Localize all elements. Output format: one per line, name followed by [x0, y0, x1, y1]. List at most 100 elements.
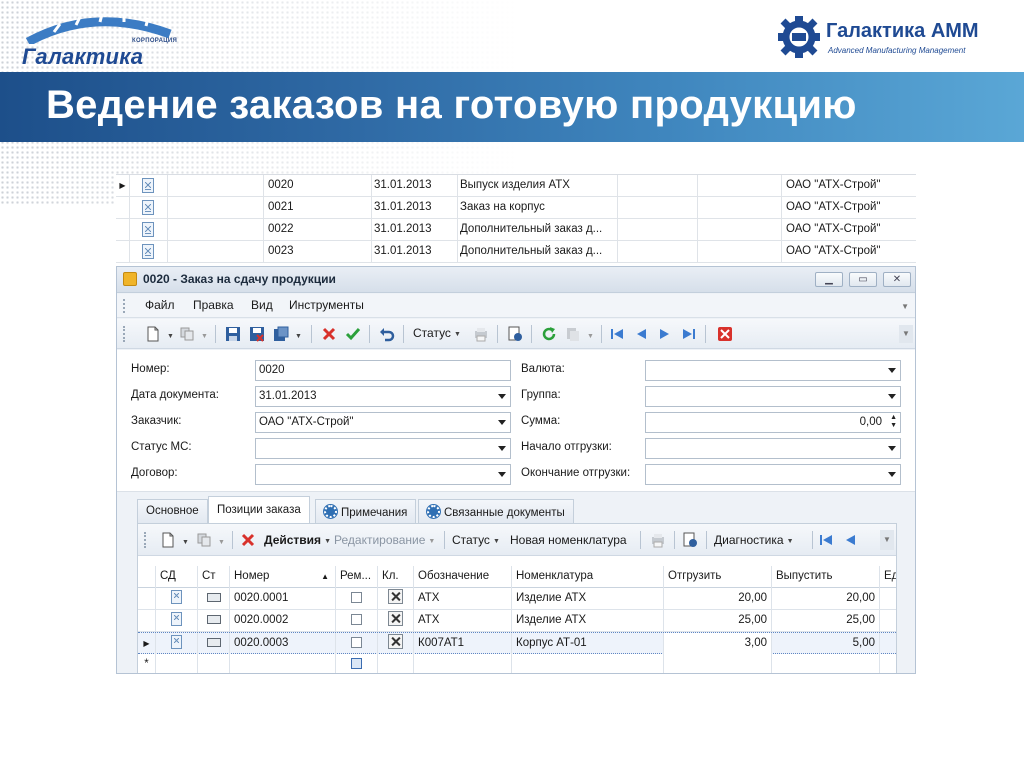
column-header[interactable]: Обозначение: [414, 566, 512, 588]
tab-order-positions[interactable]: Позиции заказа: [208, 496, 310, 524]
chevron-down-icon[interactable]: [498, 394, 506, 399]
copy-dropdown-icon[interactable]: ▼: [198, 328, 208, 342]
position-release-qty: 20,00: [772, 588, 880, 610]
currency-field[interactable]: [645, 360, 901, 381]
number-label: Номер:: [131, 363, 170, 375]
list-item[interactable]: 0021 31.01.2013 Заказ на корпус ОАО "АТХ…: [116, 197, 916, 219]
chevron-down-icon[interactable]: [498, 420, 506, 425]
ship-end-field[interactable]: [645, 464, 901, 485]
column-header[interactable]: Выпустить: [772, 566, 880, 588]
chevron-down-icon[interactable]: [888, 394, 896, 399]
report-dropdown-icon[interactable]: ▼: [584, 328, 594, 342]
position-status-menu[interactable]: Статус ▼: [452, 533, 500, 547]
new-row-marker: *: [138, 654, 156, 673]
delete-position-icon[interactable]: [240, 532, 256, 548]
tab-related-documents[interactable]: Связанные документы: [418, 499, 574, 523]
print-icon[interactable]: [473, 326, 489, 342]
maximize-button[interactable]: ▭: [849, 272, 877, 287]
list-item[interactable]: 0023 31.01.2013 Дополнительный заказ д..…: [116, 241, 916, 263]
position-ship-qty[interactable]: 3,00: [664, 633, 772, 655]
chevron-down-icon[interactable]: [498, 472, 506, 477]
gear-logo-icon: [778, 16, 820, 58]
list-item[interactable]: ▶ 0020 31.01.2013 Выпуск изделия АТХ ОАО…: [116, 175, 916, 197]
column-header[interactable]: Ст: [198, 566, 230, 588]
repair-checkbox[interactable]: [351, 592, 362, 603]
save-icon[interactable]: [225, 326, 241, 342]
chevron-down-icon[interactable]: [498, 446, 506, 451]
new-nomenclature-button[interactable]: Новая номенклатура: [510, 533, 627, 547]
copy-position-dropdown-icon[interactable]: ▼: [215, 534, 225, 548]
print-positions-icon[interactable]: [650, 532, 666, 548]
menu-edit[interactable]: Правка: [193, 298, 234, 312]
repair-checkbox[interactable]: [351, 637, 362, 648]
new-document-icon[interactable]: [145, 326, 161, 342]
list-item[interactable]: 0022 31.01.2013 Дополнительный заказ д..…: [116, 219, 916, 241]
refresh-icon[interactable]: [541, 326, 557, 342]
ms-status-field[interactable]: [255, 438, 511, 459]
undo-icon[interactable]: [379, 326, 395, 342]
positions-toolbar-overflow-icon[interactable]: ▼: [880, 530, 894, 550]
first-position-icon[interactable]: [818, 532, 834, 548]
new-row[interactable]: *: [138, 654, 896, 673]
ship-start-field[interactable]: [645, 438, 901, 459]
table-row[interactable]: 0020.0001 АТХ Изделие АТХ 20,00 20,00: [138, 588, 896, 610]
spinner-icon[interactable]: ▲ ▼: [890, 414, 897, 430]
column-header-number[interactable]: Номер ▲: [230, 566, 336, 588]
menu-file[interactable]: Файл: [145, 298, 175, 312]
sum-field[interactable]: 0,00 ▲ ▼: [645, 412, 901, 433]
next-record-icon[interactable]: [657, 326, 673, 342]
table-row[interactable]: 0020.0002 АТХ Изделие АТХ 25,00 25,00: [138, 610, 896, 632]
close-button[interactable]: ✕: [883, 272, 911, 287]
copy-icon[interactable]: [179, 326, 195, 342]
tab-main[interactable]: Основное: [137, 499, 208, 523]
actions-menu[interactable]: Действия ▼: [264, 533, 331, 547]
column-header[interactable]: СД: [156, 566, 198, 588]
previous-record-icon[interactable]: [633, 326, 649, 342]
editing-menu[interactable]: Редактирование ▼: [334, 533, 435, 547]
window-titlebar[interactable]: 0020 - Заказ на сдачу продукции ▁ ▭ ✕: [117, 267, 915, 293]
chevron-down-icon[interactable]: [888, 368, 896, 373]
number-field[interactable]: 0020: [255, 360, 511, 381]
column-header[interactable]: Номенклатура: [512, 566, 664, 588]
save-as-icon[interactable]: [273, 326, 289, 342]
save-close-icon[interactable]: [249, 326, 265, 342]
copy-position-icon[interactable]: [196, 532, 212, 548]
column-header[interactable]: Кл.: [378, 566, 414, 588]
delete-icon[interactable]: [321, 326, 337, 342]
report-icon[interactable]: [565, 326, 581, 342]
properties-icon[interactable]: [507, 326, 523, 342]
tab-notes[interactable]: Примечания: [315, 499, 417, 523]
first-record-icon[interactable]: [609, 326, 625, 342]
galaktika-corp-logo: КОРПОРАЦИЯ Галактика: [22, 14, 182, 69]
toolbar-overflow-icon[interactable]: ▼: [899, 325, 913, 343]
position-properties-icon[interactable]: [682, 532, 698, 548]
menu-view[interactable]: Вид: [251, 298, 273, 312]
status-menu[interactable]: Статус ▼: [413, 326, 461, 340]
new-position-icon[interactable]: [160, 532, 176, 548]
previous-position-icon[interactable]: [842, 532, 858, 548]
document-date-field[interactable]: 31.01.2013: [255, 386, 511, 407]
table-row-selected[interactable]: ▶ 0020.0003 К007АТ1 Корпус АТ-01 3,00 5,…: [138, 632, 896, 655]
chevron-down-icon[interactable]: [888, 472, 896, 477]
customer-field[interactable]: ОАО "АТХ-Строй": [255, 412, 511, 433]
group-label: Группа:: [521, 389, 561, 401]
diagnostics-menu[interactable]: Диагностика ▼: [714, 533, 794, 547]
last-record-icon[interactable]: [681, 326, 697, 342]
chevron-down-icon[interactable]: [888, 446, 896, 451]
minimize-button[interactable]: ▁: [815, 272, 843, 287]
confirm-check-icon[interactable]: [345, 326, 361, 342]
column-header[interactable]: Отгрузить: [664, 566, 772, 588]
contract-field[interactable]: [255, 464, 511, 485]
menu-tools[interactable]: Инструменты: [289, 298, 364, 312]
menu-overflow-icon[interactable]: ▼: [901, 302, 909, 311]
new-position-dropdown-icon[interactable]: ▼: [179, 534, 189, 548]
close-window-icon[interactable]: [717, 326, 733, 342]
repair-checkbox[interactable]: [351, 614, 362, 625]
group-field[interactable]: [645, 386, 901, 407]
repair-checkbox-indeterminate[interactable]: [351, 658, 362, 669]
column-header[interactable]: Ед: [880, 566, 896, 588]
new-dropdown-icon[interactable]: ▼: [164, 328, 174, 342]
document-icon: [171, 635, 182, 649]
column-header[interactable]: Рем...: [336, 566, 378, 588]
save-dropdown-icon[interactable]: ▼: [292, 328, 302, 342]
